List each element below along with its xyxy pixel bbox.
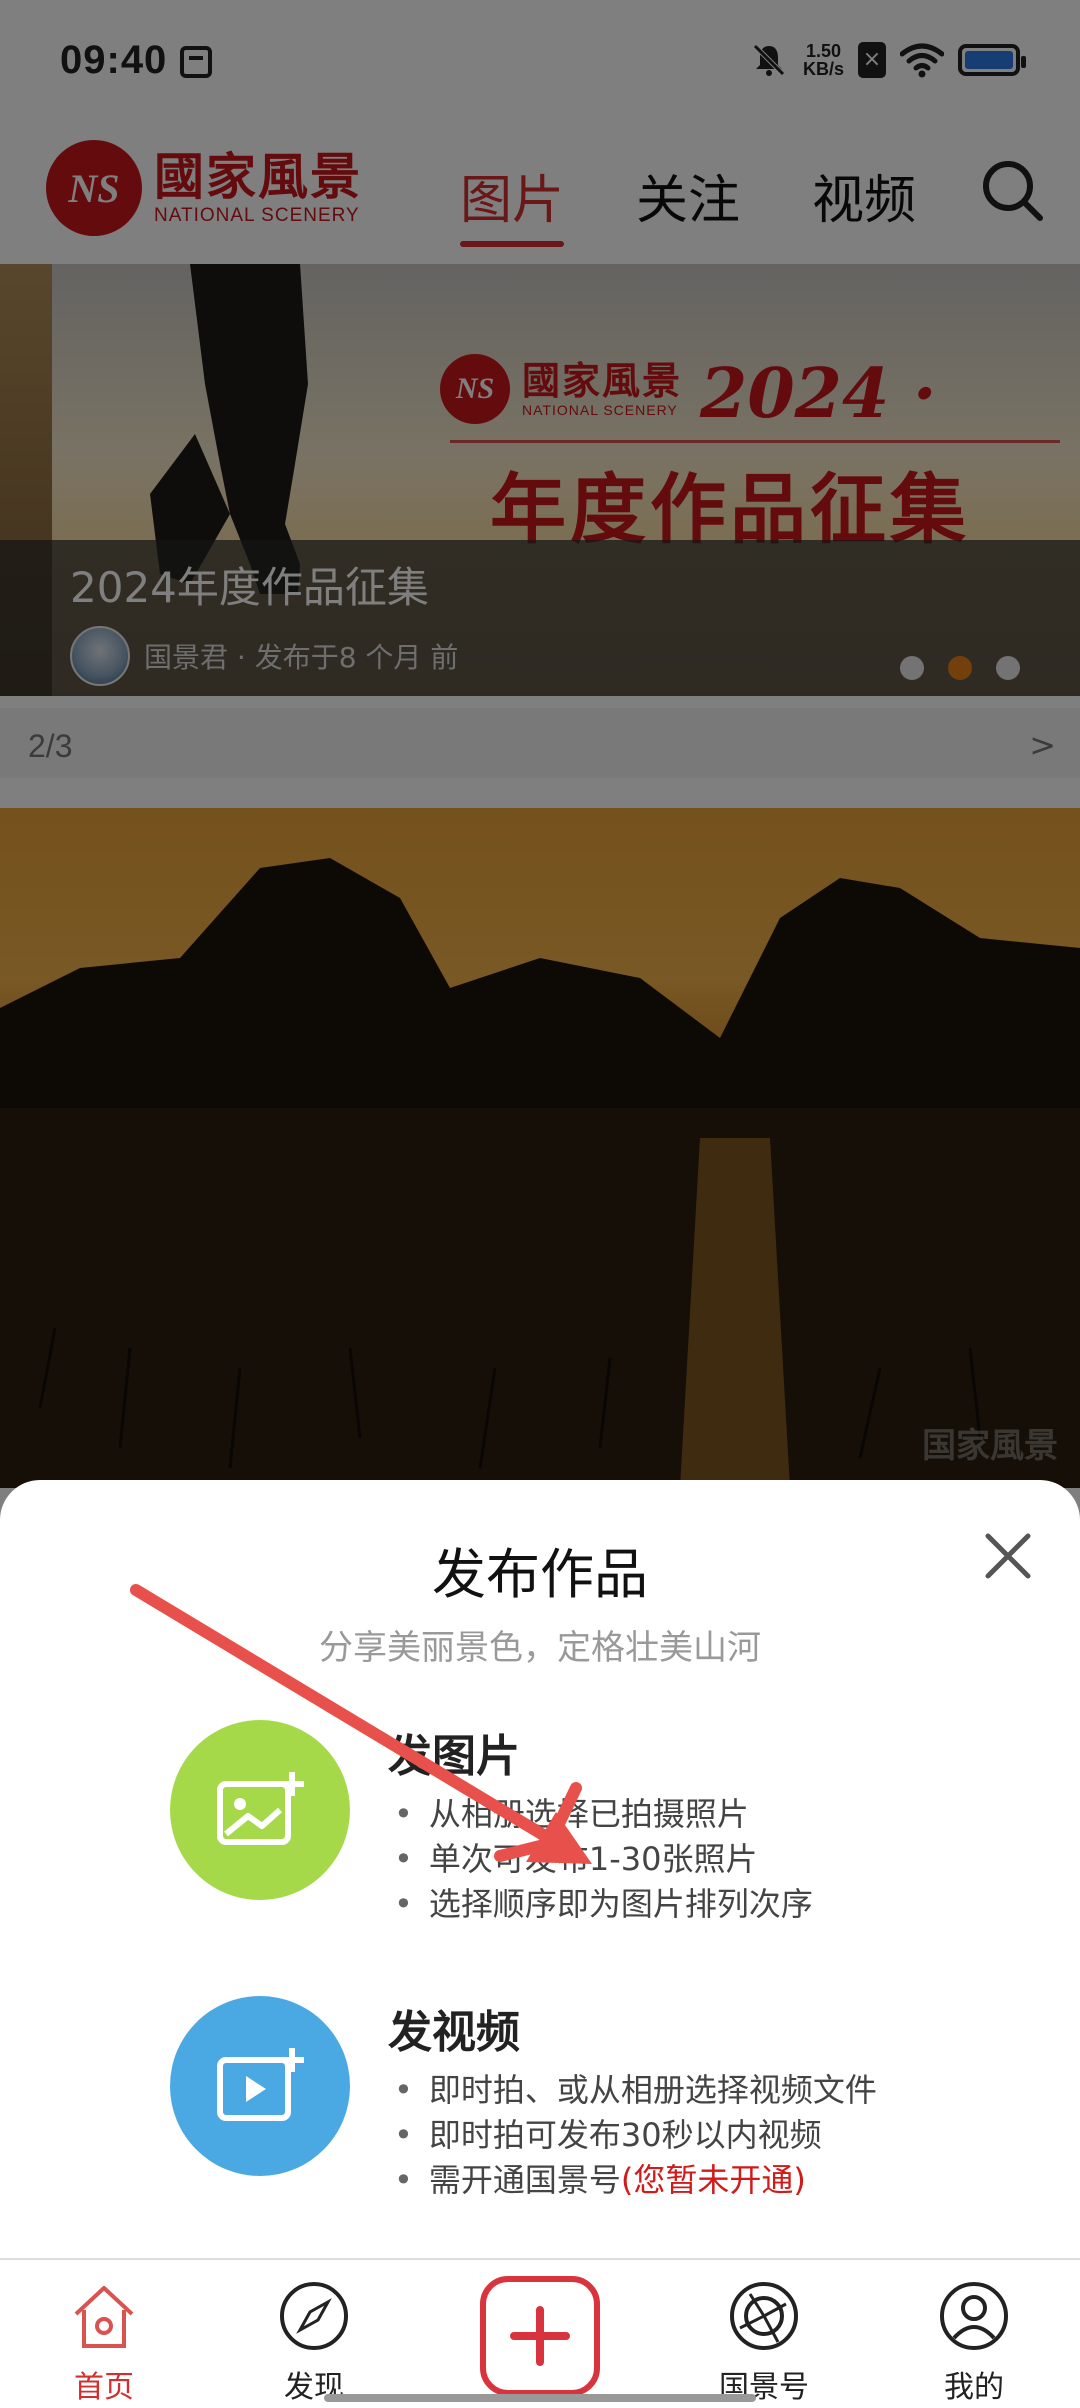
publish-sheet: 发布作品 分享美丽景色，定格壮美山河 发图片 从相册选择已拍摄照片 单次可发布1… <box>0 1480 1080 2260</box>
nav-publish-button[interactable] <box>480 2276 600 2396</box>
sheet-subtitle: 分享美丽景色，定格壮美山河 <box>319 1628 761 1668</box>
publish-video-option[interactable]: 发视频 即时拍、或从相册选择视频文件 即时拍可发布30秒以内视频 需开通国景号(… <box>170 1996 1050 2199</box>
nav-home[interactable]: 首页 <box>34 2280 174 2406</box>
publish-video-details: 即时拍、或从相册选择视频文件 即时拍可发布30秒以内视频 需开通国景号(您暂未开… <box>394 2068 877 2203</box>
nav-me-label: 我的 <box>944 2370 1004 2405</box>
close-icon[interactable] <box>980 1528 1036 1584</box>
account-not-activated-warning[interactable]: (您暂未开通) <box>621 2161 806 2199</box>
plus-icon <box>510 2306 570 2366</box>
nav-home-label: 首页 <box>74 2370 134 2405</box>
nav-account[interactable]: 国景号 <box>694 2280 834 2406</box>
add-video-icon <box>217 2048 304 2121</box>
home-indicator[interactable] <box>324 2394 756 2402</box>
sheet-title: 发布作品 <box>432 1543 648 1606</box>
list-item: 即时拍可发布30秒以内视频 <box>394 2113 877 2158</box>
list-item: 从相册选择已拍摄照片 <box>394 1792 813 1837</box>
publish-photo-button[interactable] <box>170 1720 350 1900</box>
list-item: 即时拍、或从相册选择视频文件 <box>394 2068 877 2113</box>
nav-discover[interactable]: 发现 <box>244 2280 384 2406</box>
add-photo-icon <box>217 1772 304 1845</box>
list-item-account-requirement: 需开通国景号(您暂未开通) <box>394 2158 877 2203</box>
camera-shutter-icon <box>730 2282 798 2350</box>
account-requirement-text: 需开通国景号 <box>428 2161 621 2199</box>
compass-icon <box>280 2282 348 2350</box>
publish-video-button[interactable] <box>170 1996 350 2176</box>
publish-video-title: 发视频 <box>388 2007 520 2058</box>
nav-me[interactable]: 我的 <box>904 2280 1044 2406</box>
publish-photo-option[interactable]: 发图片 从相册选择已拍摄照片 单次可发布1-30张照片 选择顺序即为图片排列次序 <box>170 1720 1050 1923</box>
profile-icon <box>940 2282 1008 2350</box>
list-item: 单次可发布1-30张照片 <box>394 1837 813 1882</box>
home-icon <box>74 2286 134 2348</box>
bottom-nav: 首页 发现 国景号 我的 <box>0 2258 1080 2408</box>
list-item: 选择顺序即为图片排列次序 <box>394 1882 813 1927</box>
publish-photo-details: 从相册选择已拍摄照片 单次可发布1-30张照片 选择顺序即为图片排列次序 <box>394 1792 813 1927</box>
publish-photo-title: 发图片 <box>388 1731 520 1782</box>
